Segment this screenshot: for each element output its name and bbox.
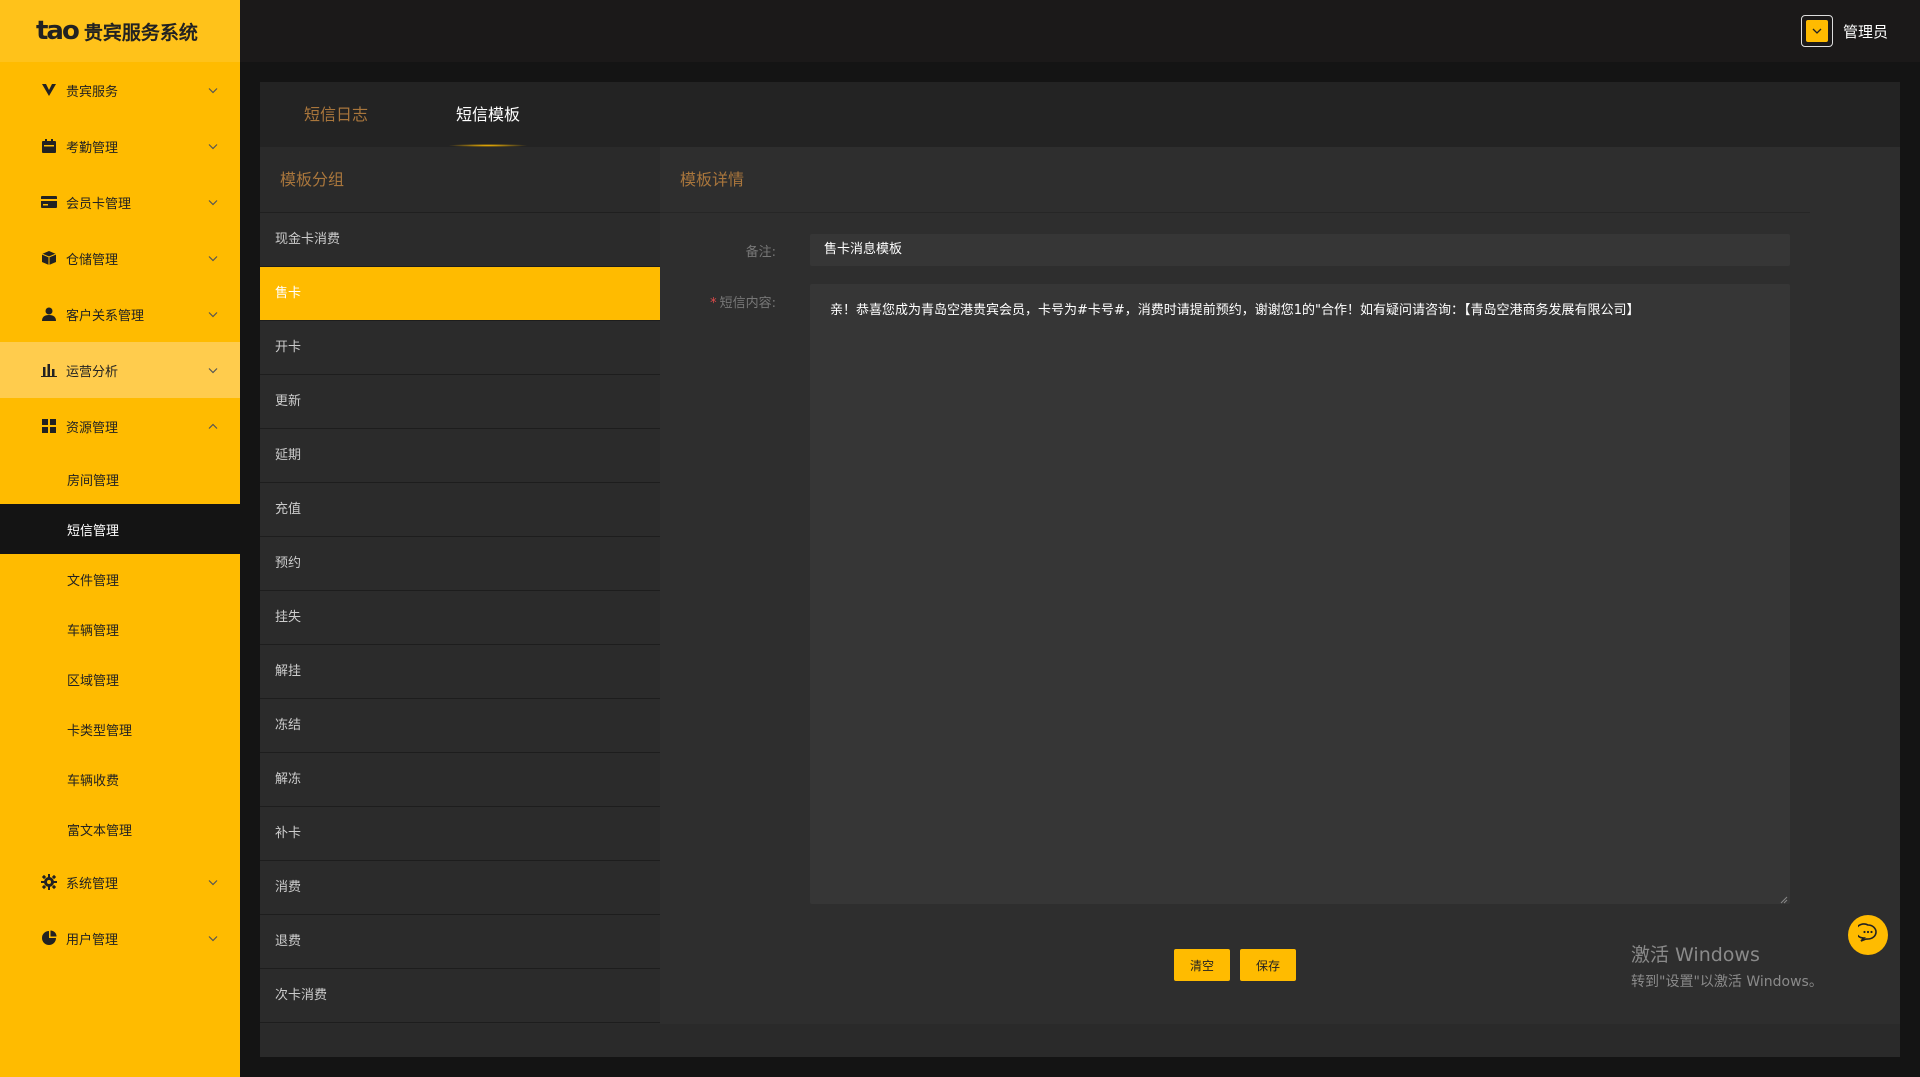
watermark-title: 激活 Windows [1631, 944, 1760, 966]
sidebar-item-resource[interactable]: 资源管理 [0, 398, 240, 454]
sidebar-item-label: 会员卡管理 [66, 196, 132, 212]
chevron-down-icon [208, 251, 218, 266]
chevron-down-icon [208, 875, 218, 890]
remark-label: 备注: [745, 245, 776, 260]
chevron-down-icon [208, 363, 218, 378]
list-item[interactable]: 更新 [260, 375, 660, 429]
watermark-subtitle: 转到"设置"以激活 Windows。 [1631, 974, 1823, 990]
sidebar-item-label: 考勤管理 [66, 140, 119, 156]
calendar-icon [40, 137, 58, 155]
grid-icon [40, 417, 58, 435]
list-item[interactable]: 售卡 [260, 267, 660, 321]
list-item[interactable]: 充值 [260, 483, 660, 537]
sidebar-item-attendance[interactable]: 考勤管理 [0, 118, 240, 174]
sidebar-subitem-files[interactable]: 文件管理 [0, 554, 240, 604]
chevron-down-icon [208, 195, 218, 210]
pie-chart-icon [40, 929, 58, 947]
sidebar-item-label: 资源管理 [66, 420, 119, 436]
sidebar-subitem-rooms[interactable]: 房间管理 [0, 454, 240, 504]
chevron-up-icon [208, 419, 218, 434]
bar-chart-icon [40, 361, 58, 379]
list-item[interactable]: 现金卡消费 [260, 213, 660, 267]
list-item[interactable]: 冻结 [260, 699, 660, 753]
tab-bar: 短信日志 短信模板 [260, 82, 1900, 147]
avatar[interactable] [1800, 15, 1833, 47]
chevron-down-icon [208, 931, 218, 946]
sidebar-subitem-vehicles[interactable]: 车辆管理 [0, 604, 240, 654]
list-item[interactable]: 次卡消费 [260, 969, 660, 1023]
sidebar-item-label: 系统管理 [66, 876, 119, 892]
card-icon [40, 193, 58, 211]
list-item[interactable]: 预约 [260, 537, 660, 591]
user-name: 管理员 [1842, 22, 1888, 41]
list-item[interactable]: 补卡 [260, 807, 660, 861]
chevron-down-icon [208, 307, 218, 322]
tab-sms-log[interactable]: 短信日志 [304, 82, 368, 147]
top-bar: 管理员 [240, 0, 1920, 62]
sidebar-item-label: 客户关系管理 [66, 308, 145, 324]
sidebar-item-operations-analysis[interactable]: 运营分析 [0, 342, 240, 398]
logo[interactable]: tao 贵宾服务系统 [0, 0, 240, 62]
panel-footer [260, 1024, 1900, 1057]
logo-mark: tao [36, 16, 80, 46]
chat-bubble-icon [1855, 923, 1878, 947]
clear-button[interactable]: 清空 [1174, 949, 1230, 981]
tab-sms-template[interactable]: 短信模板 [448, 82, 529, 147]
template-group-list: 模板分组 现金卡消费 售卡 开卡 更新 延期 充值 预约 挂失 解挂 冻结 解冻… [260, 147, 660, 1024]
sidebar-subitem-vehicle-fees[interactable]: 车辆收费 [0, 754, 240, 804]
sms-content-text: 亲！恭喜您成为青岛空港贵宾会员，卡号为#卡号#，消费时请提前预约，谢谢您1的"合… [830, 303, 1640, 318]
list-item[interactable]: 开卡 [260, 321, 660, 375]
sidebar-item-crm[interactable]: 客户关系管理 [0, 286, 240, 342]
list-item[interactable]: 解冻 [260, 753, 660, 807]
avatar-icon [1805, 20, 1828, 42]
box-icon [40, 249, 58, 267]
list-item[interactable]: 消费 [260, 861, 660, 915]
sidebar-subitem-areas[interactable]: 区域管理 [0, 654, 240, 704]
sidebar-item-label: 贵宾服务 [66, 84, 119, 100]
sidebar-item-member-card[interactable]: 会员卡管理 [0, 174, 240, 230]
sms-content-textarea[interactable]: 亲！恭喜您成为青岛空港贵宾会员，卡号为#卡号#，消费时请提前预约，谢谢您1的"合… [810, 284, 1790, 904]
sidebar-item-users[interactable]: 用户管理 [0, 910, 240, 966]
windows-activation-watermark: 激活 Windows 转到"设置"以激活 Windows。 [1631, 940, 1823, 991]
gear-icon [40, 873, 58, 891]
list-item[interactable]: 挂失 [260, 591, 660, 645]
remark-field[interactable]: 售卡消息模板 [810, 234, 1790, 266]
content-row: * 短信内容: [660, 292, 790, 311]
sidebar: tao 贵宾服务系统 贵宾服务 考勤管理 会员卡管理 仓储管理 客户关系管理 运… [0, 0, 240, 1077]
sidebar-menu: 贵宾服务 考勤管理 会员卡管理 仓储管理 客户关系管理 运营分析 资源管理 房间… [0, 62, 240, 966]
template-group-title: 模板分组 [260, 147, 660, 213]
person-icon [40, 305, 58, 323]
list-item[interactable]: 退费 [260, 915, 660, 969]
remark-row: 备注: [660, 241, 790, 260]
v-icon [40, 81, 58, 99]
sidebar-item-label: 仓储管理 [66, 252, 119, 268]
template-detail: 模板详情 备注: 售卡消息模板 * 短信内容: 亲！恭喜您成为青岛空港贵宾会员，卡… [660, 147, 1900, 1024]
sidebar-item-system[interactable]: 系统管理 [0, 854, 240, 910]
resize-handle-icon[interactable] [1778, 892, 1788, 904]
sidebar-item-warehouse[interactable]: 仓储管理 [0, 230, 240, 286]
template-detail-title: 模板详情 [660, 147, 1810, 213]
sidebar-item-vip-service[interactable]: 贵宾服务 [0, 62, 240, 118]
list-item[interactable]: 延期 [260, 429, 660, 483]
sidebar-item-label: 运营分析 [66, 364, 119, 380]
chevron-down-icon [208, 139, 218, 154]
save-button[interactable]: 保存 [1240, 949, 1296, 981]
sidebar-subitem-card-types[interactable]: 卡类型管理 [0, 704, 240, 754]
chevron-down-icon [208, 83, 218, 98]
sidebar-item-label: 用户管理 [66, 932, 119, 948]
content-label-wrap: * 短信内容: [660, 292, 790, 311]
user-menu[interactable]: 管理员 [1800, 15, 1888, 47]
sidebar-subitem-sms[interactable]: 短信管理 [0, 504, 240, 554]
app-title: 贵宾服务系统 [83, 21, 198, 44]
content-label: 短信内容: [719, 296, 776, 311]
sidebar-subitem-rich-text[interactable]: 富文本管理 [0, 804, 240, 854]
list-item[interactable]: 解挂 [260, 645, 660, 699]
required-mark: * [710, 296, 717, 311]
main-panel: 短信日志 短信模板 模板分组 现金卡消费 售卡 开卡 更新 延期 充值 预约 挂… [260, 82, 1900, 1057]
chat-button[interactable] [1848, 915, 1888, 955]
